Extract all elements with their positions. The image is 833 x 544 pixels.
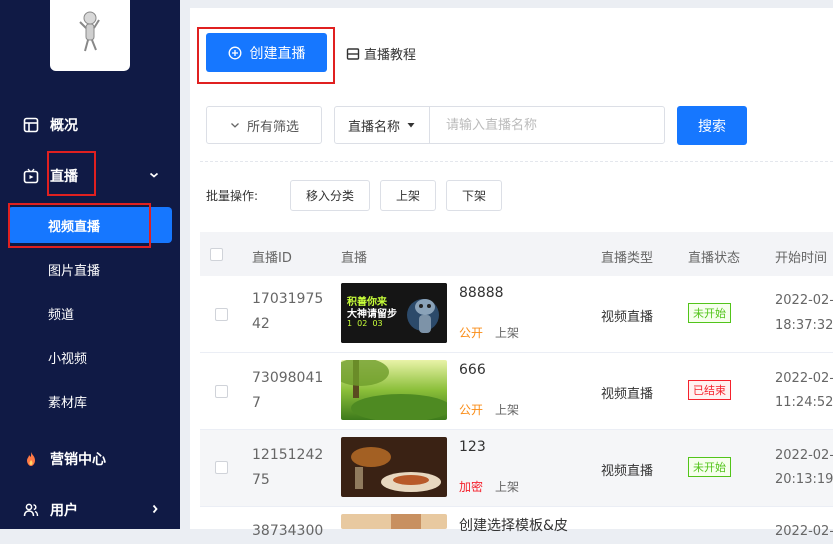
row-id: 38734300 (252, 523, 324, 539)
chevron-right-icon (149, 503, 161, 519)
highlight-box (8, 203, 151, 248)
live-type: 视频直播 (601, 310, 654, 325)
thumbnail-text: 1 02 03 (347, 319, 383, 328)
divider (200, 161, 833, 162)
sub-item-image-live[interactable]: 图片直播 (0, 251, 180, 287)
all-filters-button[interactable]: 所有筛选 (206, 106, 322, 144)
nav-label: 概况 (50, 118, 78, 134)
users-icon (22, 501, 40, 519)
column-header-start-time: 开始时间 (775, 251, 828, 266)
search-input[interactable] (430, 106, 664, 144)
column-header-id: 直播ID (252, 251, 292, 266)
live-name[interactable]: 666 (459, 362, 486, 378)
status-badge: 未开始 (688, 457, 731, 477)
nav-label: 用户 (50, 503, 78, 519)
row-id: 12151242 75 (252, 447, 324, 488)
robot-mascot-icon (79, 11, 100, 52)
sub-label: 图片直播 (48, 263, 101, 279)
chevron-down-icon (148, 169, 160, 185)
sub-item-channel[interactable]: 频道 (0, 295, 180, 331)
live-type: 视频直播 (601, 464, 654, 479)
caret-down-icon (406, 120, 416, 130)
row-checkbox[interactable] (215, 385, 228, 398)
select-all-checkbox[interactable] (210, 248, 223, 261)
shelf-on-label: 上架 (395, 189, 420, 203)
status-badge: 未开始 (688, 303, 731, 323)
search-button-label: 搜索 (698, 118, 726, 135)
live-name[interactable]: 88888 (459, 285, 504, 301)
live-thumbnail[interactable] (341, 514, 447, 529)
move-category-button[interactable]: 移入分类 (290, 180, 370, 211)
tutorial-label: 直播教程 (364, 48, 417, 63)
live-thumbnail[interactable] (341, 360, 447, 420)
nav-item-marketing[interactable]: 营销中心 (0, 439, 180, 479)
shelf-status: 上架 (495, 480, 520, 494)
shelf-status: 上架 (495, 326, 520, 340)
flame-icon (22, 450, 40, 468)
dashboard-icon (22, 116, 40, 134)
start-time: 20:13:19 (775, 472, 833, 487)
chevron-down-icon (229, 119, 241, 131)
column-header-live: 直播 (341, 251, 368, 266)
shelf-status: 上架 (495, 403, 520, 417)
live-tv-icon (22, 167, 40, 185)
visibility-label: 公开 (459, 326, 484, 340)
live-name[interactable]: 创建选择模板&皮 (459, 515, 568, 535)
sub-item-short-video[interactable]: 小视频 (0, 339, 180, 375)
sidebar: 概况 直播 视频直播 图片直播 频道 小视频 素材库 营销中心 用户 (0, 0, 180, 529)
logo (50, 0, 130, 71)
column-header-status: 直播状态 (688, 251, 741, 266)
sub-label: 素材库 (48, 395, 88, 411)
highlight-box (47, 151, 96, 196)
nav-item-users[interactable]: 用户 (0, 490, 180, 530)
sub-item-library[interactable]: 素材库 (0, 383, 180, 419)
sub-label: 频道 (48, 307, 75, 323)
search-field-label: 直播名称 (347, 119, 400, 135)
bulk-label: 批量操作: (206, 189, 259, 203)
tutorial-link[interactable]: 直播教程 (346, 44, 416, 63)
shelf-off-button[interactable]: 下架 (446, 180, 502, 211)
start-time: 11:24:52 (775, 395, 833, 410)
start-date: 2022-02- (775, 293, 833, 308)
live-thumbnail[interactable] (341, 437, 447, 497)
row-id: 1703197542 (252, 291, 324, 332)
start-date: 2022-02- (775, 448, 833, 463)
live-name[interactable]: 123 (459, 439, 486, 455)
visibility-label: 加密 (459, 480, 484, 494)
all-filters-label: 所有筛选 (246, 119, 299, 135)
shelf-on-button[interactable]: 上架 (380, 180, 436, 211)
highlight-box (197, 27, 335, 84)
visibility-label: 公开 (459, 403, 484, 417)
status-badge: 已结束 (688, 380, 731, 400)
row-checkbox[interactable] (215, 308, 228, 321)
live-type: 视频直播 (601, 387, 654, 402)
start-date: 2022-02- (775, 371, 833, 386)
book-icon (346, 47, 360, 61)
nav-label: 营销中心 (50, 452, 106, 468)
thumbnail-text: 大神请留步 (347, 309, 397, 320)
search-button[interactable]: 搜索 (677, 106, 747, 145)
shelf-off-label: 下架 (461, 189, 486, 203)
search-group: 直播名称 (334, 106, 665, 144)
nav-item-overview[interactable]: 概况 (0, 105, 180, 145)
row-checkbox[interactable] (215, 461, 228, 474)
column-header-type: 直播类型 (601, 251, 654, 266)
start-date: 2022-02- (775, 524, 833, 539)
start-time: 18:37:32 (775, 318, 833, 333)
sub-label: 小视频 (48, 351, 88, 367)
row-id: 730980417 (252, 370, 324, 411)
move-category-label: 移入分类 (305, 189, 354, 203)
search-field-select[interactable]: 直播名称 (335, 107, 430, 143)
live-thumbnail[interactable]: 积善你来 大神请留步 1 02 03 (341, 283, 447, 343)
